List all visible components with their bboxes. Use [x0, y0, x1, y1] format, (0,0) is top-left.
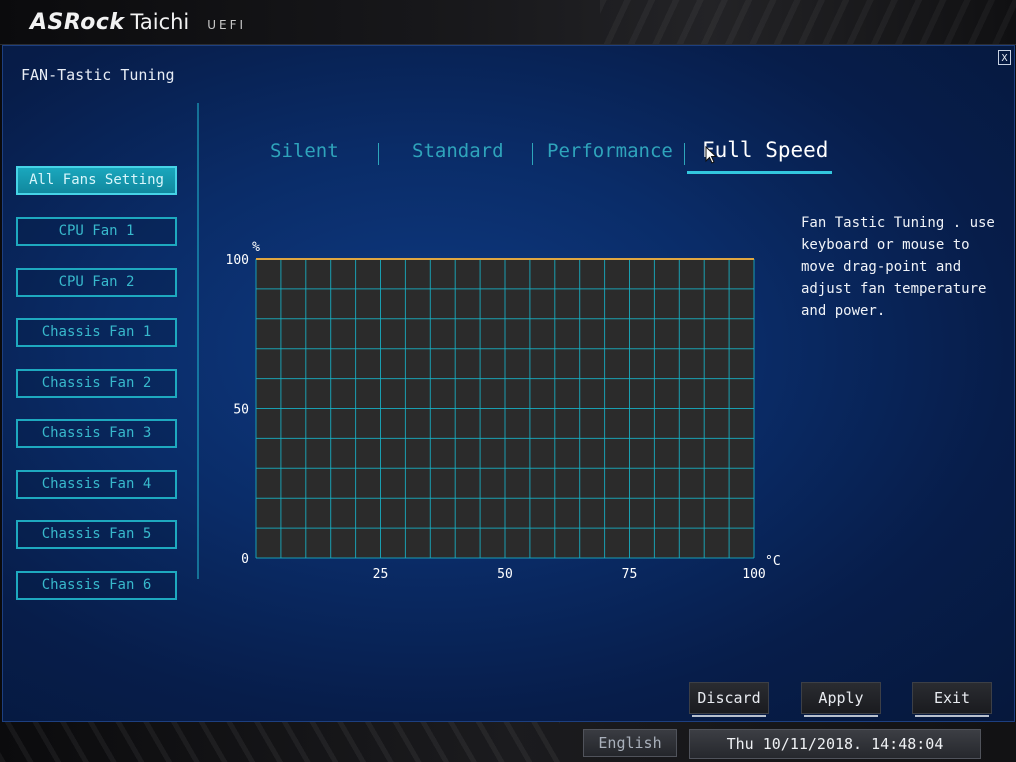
bottom-bar: English Thu 10/11/2018. 14:48:04 [0, 722, 1016, 762]
x-tick-label: 75 [622, 567, 638, 582]
help-description: Fan Tastic Tuning . use keyboard or mous… [801, 215, 995, 319]
y-tick-label: 100 [226, 253, 249, 268]
x-axis-label: °C [765, 554, 781, 569]
fan-curve-chart[interactable]: 0 50 100 25 50 75 100% °C [0, 0, 1016, 762]
x-tick-label: 100 [742, 567, 765, 582]
x-tick-label: 50 [497, 567, 513, 582]
exit-button[interactable]: Exit [912, 682, 992, 717]
y-axis-label: % [252, 240, 260, 255]
y-tick-label: 0 [241, 552, 249, 567]
apply-button[interactable]: Apply [801, 682, 881, 717]
uefi-screen: ASRock Taichi UEFI FAN-Tastic Tuning X A… [0, 0, 1016, 762]
y-tick-label: 50 [233, 403, 249, 418]
mouse-cursor-icon [705, 146, 718, 164]
x-tick-label: 25 [373, 567, 389, 582]
datetime-display: Thu 10/11/2018. 14:48:04 [689, 729, 981, 759]
discard-button[interactable]: Discard [689, 682, 769, 717]
footer-decoration [0, 722, 560, 762]
language-button[interactable]: English [583, 729, 677, 757]
